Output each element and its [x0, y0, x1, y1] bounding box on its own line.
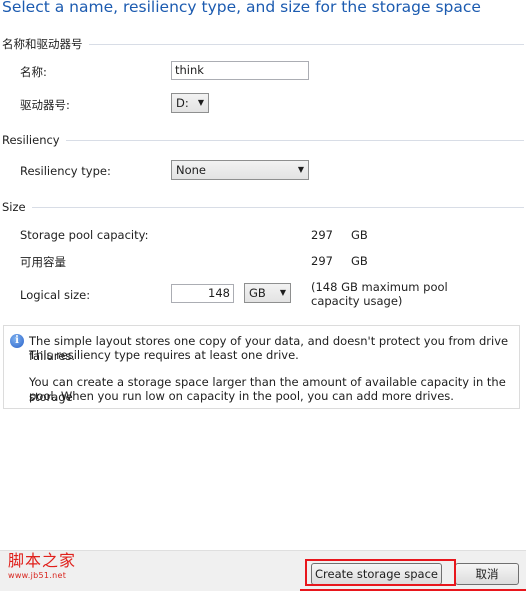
available-capacity-label: 可用容量	[20, 255, 66, 269]
watermark-url: www.jb51.net	[8, 571, 67, 580]
info-text-line2: This resiliency type requires at least o…	[29, 348, 299, 362]
cancel-button[interactable]: 取消	[455, 563, 519, 585]
info-icon: i	[10, 334, 24, 348]
logical-size-unit-select[interactable]: GB ▼	[244, 283, 291, 303]
name-drive-section-title: 名称和驱动器号	[2, 37, 83, 51]
name-input[interactable]: think	[171, 61, 309, 80]
section-divider	[65, 140, 524, 141]
chevron-down-icon: ▼	[197, 98, 204, 107]
pool-capacity-value: 297	[311, 228, 333, 242]
resiliency-type-value: None	[176, 163, 207, 177]
resiliency-section-header: Resiliency	[2, 132, 524, 148]
resiliency-type-label: Resiliency type:	[20, 164, 111, 178]
pool-capacity-label: Storage pool capacity:	[20, 228, 149, 242]
section-divider	[31, 207, 524, 208]
name-drive-section-header: 名称和驱动器号	[2, 36, 524, 52]
name-label: 名称:	[20, 65, 47, 79]
info-text-line4: pool. When you run low on capacity in th…	[29, 389, 454, 403]
chevron-down-icon: ▼	[279, 288, 286, 297]
available-capacity-unit: GB	[351, 254, 368, 268]
logical-size-note-line1: (148 GB maximum pool	[311, 280, 448, 294]
watermark-logo: 脚本之家 www.jb51.net	[8, 551, 76, 580]
logical-size-unit-value: GB	[249, 286, 266, 300]
watermark-text: 脚本之家	[8, 551, 77, 570]
available-capacity-value: 297	[311, 254, 333, 268]
resiliency-section-title: Resiliency	[2, 133, 60, 147]
drive-letter-select[interactable]: D: ▼	[171, 93, 209, 113]
logical-size-note-line2: capacity usage)	[311, 294, 403, 308]
pool-capacity-unit: GB	[351, 228, 368, 242]
info-message-box: i The simple layout stores one copy of y…	[3, 325, 520, 409]
chevron-down-icon: ▼	[297, 165, 304, 174]
size-section-title: Size	[2, 200, 26, 214]
logical-size-label: Logical size:	[20, 288, 91, 302]
drive-letter-value: D:	[176, 96, 189, 110]
highlight-box	[305, 559, 456, 586]
drive-letter-label: 驱动器号:	[20, 98, 70, 112]
section-divider	[88, 44, 524, 45]
size-section-header: Size	[2, 199, 524, 215]
logical-size-input[interactable]: 148	[171, 284, 234, 303]
resiliency-type-select[interactable]: None ▼	[171, 160, 309, 180]
page-title: Select a name, resiliency type, and size…	[2, 0, 481, 16]
